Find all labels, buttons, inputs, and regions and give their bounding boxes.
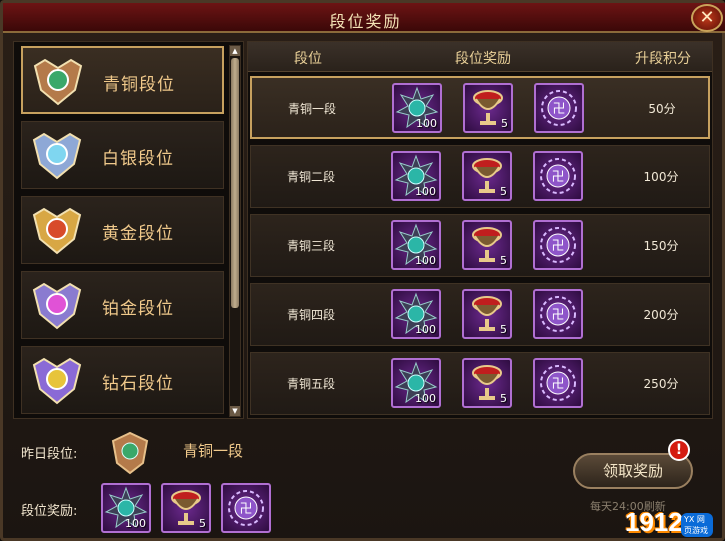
item-count: 100 [415,392,436,405]
logo-badge: YX 网页游戏 [681,513,713,537]
bronze-medal-icon [31,56,85,108]
item-count: 100 [415,254,436,267]
rune-sigil-icon[interactable]: 卍 [534,83,584,133]
svg-text:卍: 卍 [239,502,252,517]
item-count: 5 [501,117,508,130]
rank-label: 白银段位 [102,149,174,169]
rank-label: 钻石段位 [102,374,174,394]
row-points: 150分 [643,239,679,253]
gem-orb-icon[interactable]: 100 [391,358,441,408]
rank-item[interactable]: 黄金段位 [21,196,224,264]
yesterday-medal-icon [105,431,155,475]
scrollbar[interactable]: ▲ ▼ [229,45,241,417]
gem-orb-icon[interactable]: 100 [391,151,441,201]
goblet-icon[interactable]: 5 [161,483,211,533]
rune-sigil-icon[interactable]: 卍 [533,151,583,201]
scroll-up-icon[interactable]: ▲ [230,46,240,56]
row-points: 50分 [648,102,676,116]
gold-medal-icon [30,205,84,257]
rank-item[interactable]: 白银段位 [21,121,224,189]
rank-list: 青铜段位白银段位黄金段位铂金段位钻石段位 ▲ ▼ [13,41,244,419]
close-icon[interactable]: ✕ [691,4,723,32]
item-count: 5 [500,185,507,198]
row-rank-name: 青铜五段 [286,377,335,391]
rank-label: 黄金段位 [102,224,174,244]
platinum-medal-icon [30,280,84,332]
svg-text:卍: 卍 [551,239,564,254]
yesterday-rank: 青铜一段 [183,442,244,460]
row-rank-name: 青铜二段 [286,170,335,184]
row-points: 200分 [643,308,679,322]
item-count: 100 [415,185,436,198]
site-logo: 1912 [625,507,683,537]
rune-sigil-icon[interactable]: 卍 [533,358,583,408]
svg-text:卍: 卍 [551,170,564,185]
goblet-icon[interactable]: 5 [463,83,513,133]
reward-table: 段位 段位奖励 升段积分 青铜一段 100 5 卍 50分 青铜二段 100 5 卍 100分 青铜… [247,41,713,419]
row-rank-name: 青铜三段 [286,239,335,253]
goblet-icon[interactable]: 5 [462,220,512,270]
svg-text:卍: 卍 [552,102,565,117]
item-count: 5 [500,323,507,336]
item-count: 5 [500,392,507,405]
svg-text:卍: 卍 [551,377,564,392]
rank-item[interactable]: 青铜段位 [21,46,224,114]
rewards-label: 段位奖励: [21,504,78,519]
reward-window: 段位奖励 ✕ 青铜段位白银段位黄金段位铂金段位钻石段位 ▲ ▼ 段位 段位奖励 … [0,0,725,541]
table-row[interactable]: 青铜五段 100 5 卍 250分 [250,352,710,415]
scroll-thumb[interactable] [231,58,239,308]
rank-item[interactable]: 钻石段位 [21,346,224,414]
gem-orb-icon[interactable]: 100 [101,483,151,533]
gem-orb-icon[interactable]: 100 [391,289,441,339]
header-points: 升段积分 [635,51,691,67]
table-header: 段位 段位奖励 升段积分 [248,42,712,72]
alert-icon: ! [668,439,690,461]
bottom-panel: 昨日段位: 青铜一段 段位奖励: 100 5 卍 领取奖励 ! 每天24:00刷新 … [13,427,713,537]
window-title: 段位奖励 [329,12,402,31]
yesterday-label: 昨日段位: [21,447,78,462]
diamond-medal-icon [30,355,84,407]
title-bar: 段位奖励 ✕ [3,3,725,33]
rank-label: 青铜段位 [103,75,175,95]
rank-item[interactable]: 铂金段位 [21,271,224,339]
svg-text:卍: 卍 [551,308,564,323]
goblet-icon[interactable]: 5 [462,289,512,339]
row-rank-name: 青铜一段 [287,102,336,116]
table-row[interactable]: 青铜三段 100 5 卍 150分 [250,214,710,277]
gem-orb-icon[interactable]: 100 [392,83,442,133]
rune-sigil-icon[interactable]: 卍 [533,289,583,339]
header-rank: 段位 [294,51,322,67]
table-row[interactable]: 青铜一段 100 5 卍 50分 [250,76,710,139]
item-count: 100 [415,323,436,336]
item-count: 5 [199,517,206,530]
table-row[interactable]: 青铜二段 100 5 卍 100分 [250,145,710,208]
item-count: 5 [500,254,507,267]
row-rank-name: 青铜四段 [286,308,335,322]
item-count: 100 [416,117,437,130]
scroll-down-icon[interactable]: ▼ [230,406,240,416]
goblet-icon[interactable]: 5 [462,358,512,408]
item-count: 100 [125,517,146,530]
header-rewards: 段位奖励 [455,51,511,67]
table-row[interactable]: 青铜四段 100 5 卍 200分 [250,283,710,346]
goblet-icon[interactable]: 5 [462,151,512,201]
rune-sigil-icon[interactable]: 卍 [533,220,583,270]
row-points: 100分 [643,170,679,184]
rank-label: 铂金段位 [102,299,174,319]
row-points: 250分 [643,377,679,391]
gem-orb-icon[interactable]: 100 [391,220,441,270]
rune-sigil-icon[interactable]: 卍 [221,483,271,533]
silver-medal-icon [30,130,84,182]
